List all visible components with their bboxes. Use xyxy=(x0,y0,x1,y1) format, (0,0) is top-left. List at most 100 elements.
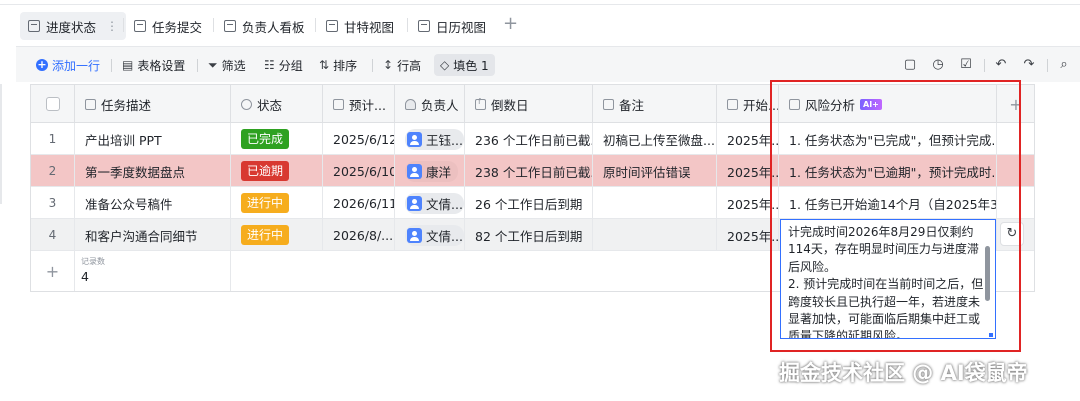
countdown-cell[interactable]: 236 个工作日前已截... xyxy=(465,123,593,155)
filter-button[interactable]: ⏷ 筛选 xyxy=(208,55,246,75)
risk-cell[interactable]: 1. 任务状态为"已完成"，但预计完成... xyxy=(779,123,997,155)
owner-cell[interactable]: 康洋 xyxy=(395,155,465,187)
footer-add-row-button[interactable]: + xyxy=(31,251,75,291)
column-header-countdown[interactable]: 倒数日 xyxy=(465,85,593,123)
header-select-all[interactable] xyxy=(31,85,75,123)
expanded-cell-scrollbar[interactable] xyxy=(985,246,990,301)
column-header-risk[interactable]: 风险分析 AI+ xyxy=(779,85,997,123)
filter-label: 筛选 xyxy=(221,58,246,73)
task-cell[interactable]: 第一季度数据盘点 xyxy=(75,155,231,187)
history-icon[interactable]: ◷ xyxy=(929,56,947,74)
row-number: 1 xyxy=(31,123,75,155)
text-field-icon xyxy=(85,98,96,110)
note-cell[interactable]: 初稿已上传至微盘... xyxy=(593,123,717,155)
tab-more-icon[interactable]: ⋮ xyxy=(106,19,118,33)
tab-divider xyxy=(213,18,214,32)
sort-icon: ⇅ xyxy=(319,58,330,72)
select-all-checkbox[interactable] xyxy=(46,97,60,111)
person-chip: 康洋 xyxy=(405,160,459,182)
formula-field-icon xyxy=(475,97,486,110)
task-cell[interactable]: 和客户沟通合同细节 xyxy=(75,219,231,251)
countdown-cell[interactable]: 238 个工作日前已截... xyxy=(465,155,593,187)
countdown-cell[interactable]: 26 个工作日后到期 xyxy=(465,187,593,219)
person-field-icon xyxy=(405,98,416,110)
undo-icon[interactable]: ↶ xyxy=(992,56,1010,74)
table-row[interactable]: 1 产出培训 PPT 已完成 2025/6/12 王钰... 236 个工作日前… xyxy=(31,123,1034,155)
countdown-cell[interactable]: 82 个工作日后到期 xyxy=(465,219,593,251)
column-header-due[interactable]: 预计... xyxy=(323,85,395,123)
column-header-status[interactable]: 状态 xyxy=(231,85,323,123)
top-divider xyxy=(0,4,1080,5)
calendar-view-icon xyxy=(418,20,430,32)
add-row-button[interactable]: + 添加一行 xyxy=(36,55,100,75)
person-chip: 王钰... xyxy=(405,128,464,150)
table-settings-label: 表格设置 xyxy=(137,58,186,73)
status-cell[interactable]: 已完成 xyxy=(231,123,323,155)
sort-label: 排序 xyxy=(333,58,358,73)
owner-cell[interactable]: 文倩... xyxy=(395,187,465,219)
tab-task-submit[interactable]: 任务提交 xyxy=(126,12,210,40)
column-label: 状态 xyxy=(257,97,283,113)
table-row[interactable]: 2 第一季度数据盘点 已逾期 2025/6/10 康洋 238 个工作日前已截.… xyxy=(31,155,1034,187)
resize-handle[interactable] xyxy=(989,333,993,337)
due-cell[interactable]: 2026/8/... xyxy=(323,219,395,251)
note-cell[interactable]: 原时间评估错误 xyxy=(593,155,717,187)
fill-color-button[interactable]: ◇ 填色 1 xyxy=(434,54,495,76)
search-icon[interactable]: ⌕ xyxy=(1055,56,1073,74)
row-height-label: 行高 xyxy=(397,58,422,73)
tab-calendar[interactable]: 日历视图 xyxy=(410,12,494,40)
column-header-owner[interactable]: 负责人 xyxy=(395,85,465,123)
text-field-icon xyxy=(603,98,614,110)
tab-owner-kanban[interactable]: 负责人看板 xyxy=(216,12,313,40)
start-cell[interactable]: 2025年... xyxy=(717,155,779,187)
row-height-button[interactable]: ↕ 行高 xyxy=(383,55,421,75)
due-cell[interactable]: 2025/6/12 xyxy=(323,123,395,155)
status-cell[interactable]: 进行中 xyxy=(231,187,323,219)
risk-cell[interactable]: 1. 任务已开始逾14个月（自2025年3... xyxy=(779,187,997,219)
note-cell[interactable] xyxy=(593,187,717,219)
owner-cell[interactable]: 文倩... xyxy=(395,219,465,251)
filter-icon: ⏷ xyxy=(208,57,218,72)
column-label: 风险分析 xyxy=(805,97,856,113)
ai-text-field-icon xyxy=(789,98,800,110)
view-tab-bar: 进度状态 ⋮ 任务提交 负责人看板 甘特视图 日历视图 + xyxy=(0,0,1080,46)
group-button[interactable]: ☷ 分组 xyxy=(264,55,303,75)
task-cell[interactable]: 准备公众号稿件 xyxy=(75,187,231,219)
task-cell[interactable]: 产出培训 PPT xyxy=(75,123,231,155)
start-cell[interactable]: 2025年... xyxy=(717,123,779,155)
due-cell[interactable]: 2025/6/10 xyxy=(323,155,395,187)
tab-progress-status[interactable]: 进度状态 ⋮ xyxy=(20,12,127,40)
due-cell[interactable]: 2026/6/11 xyxy=(323,187,395,219)
risk-cell[interactable]: 1. 任务状态为"已逾期"，预计完成时... xyxy=(779,155,997,187)
group-label: 分组 xyxy=(278,58,303,73)
record-count: 记录数 4 xyxy=(75,251,231,291)
row-number: 3 xyxy=(31,187,75,219)
column-header-note[interactable]: 备注 xyxy=(593,85,717,123)
plus-circle-icon: + xyxy=(36,58,48,71)
column-label: 开始... xyxy=(743,97,779,113)
share-icon[interactable]: ▢ xyxy=(901,56,919,74)
add-view-button[interactable]: + xyxy=(503,13,518,34)
regenerate-ai-button[interactable]: ↻ xyxy=(1000,222,1024,246)
date-field-icon xyxy=(333,98,344,110)
column-header-task[interactable]: 任务描述 xyxy=(75,85,231,123)
column-label: 预计... xyxy=(349,97,386,113)
toolbar-divider xyxy=(1047,59,1048,72)
start-cell[interactable]: 2025年... xyxy=(717,187,779,219)
expanded-risk-cell[interactable]: 计完成时间2026年8月29日仅剩约114天，存在明显时间压力与进度滞后风险。 … xyxy=(780,219,996,339)
redo-icon[interactable]: ↷ xyxy=(1020,56,1038,74)
sort-button[interactable]: ⇅ 排序 xyxy=(319,55,357,75)
column-header-start[interactable]: 开始... xyxy=(717,85,779,123)
status-cell[interactable]: 进行中 xyxy=(231,219,323,251)
check-icon[interactable]: ☑ xyxy=(957,56,975,74)
toolbar-divider xyxy=(372,59,373,72)
owner-cell[interactable]: 王钰... xyxy=(395,123,465,155)
status-cell[interactable]: 已逾期 xyxy=(231,155,323,187)
row-number: 2 xyxy=(31,155,75,187)
table-settings-button[interactable]: ▤ 表格设置 xyxy=(122,55,185,75)
add-column-button[interactable]: + xyxy=(997,85,1034,123)
note-cell[interactable] xyxy=(593,219,717,251)
start-cell[interactable]: 2025年... xyxy=(717,219,779,251)
tab-gantt[interactable]: 甘特视图 xyxy=(318,12,402,40)
table-row[interactable]: 3 准备公众号稿件 进行中 2026/6/11 文倩... 26 个工作日后到期… xyxy=(31,187,1034,219)
